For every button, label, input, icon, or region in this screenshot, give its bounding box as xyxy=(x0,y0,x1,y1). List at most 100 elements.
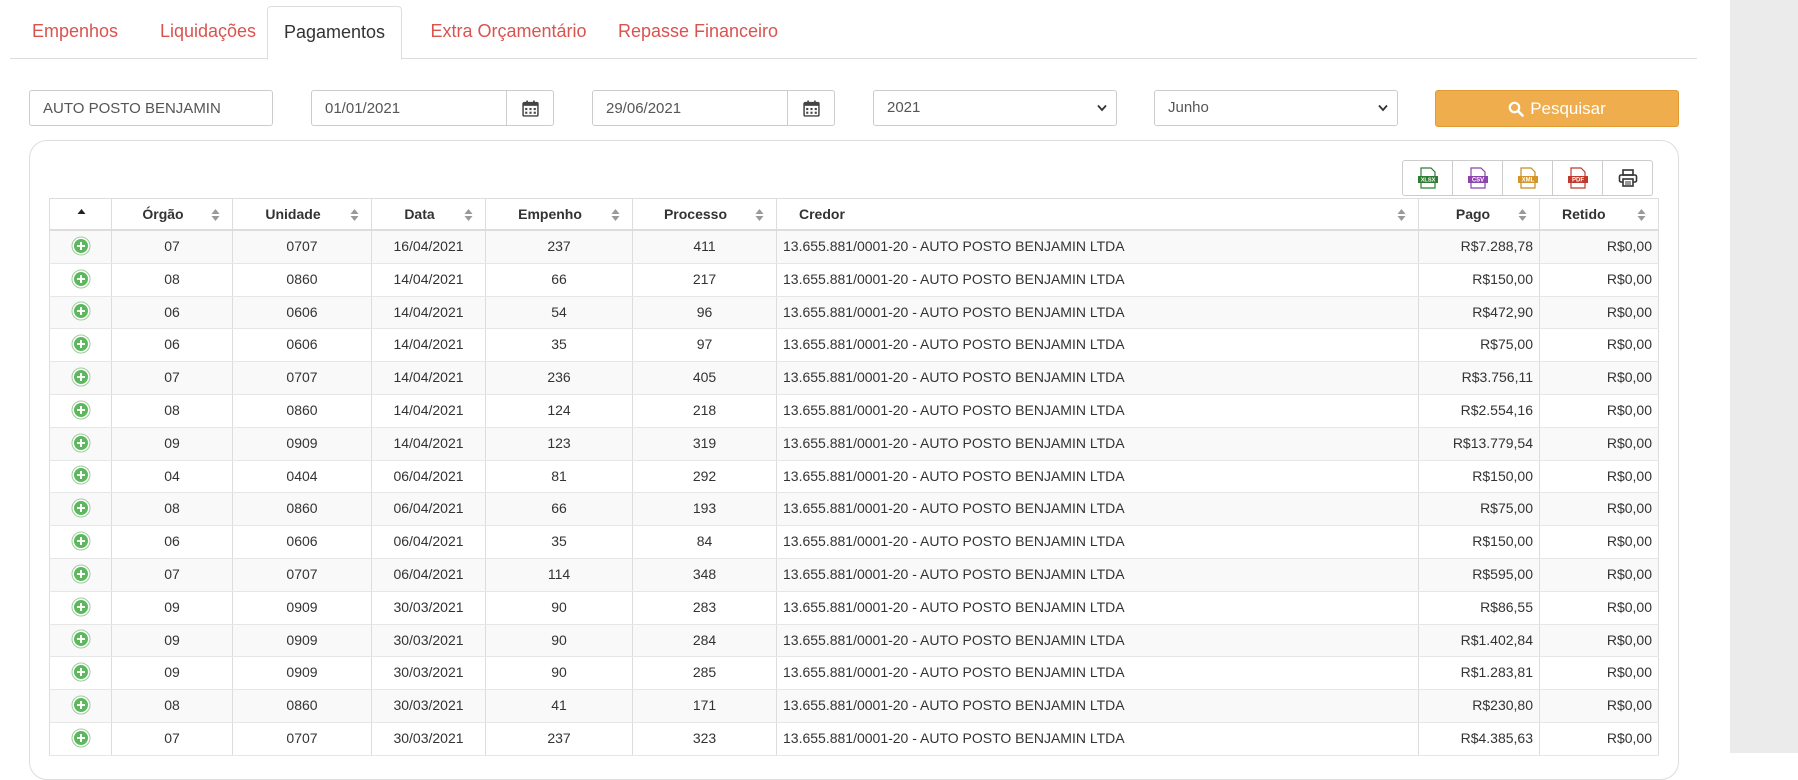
cell-orgao: 06 xyxy=(111,526,232,558)
cell-empenho: 54 xyxy=(485,296,632,329)
cell-orgao: 06 xyxy=(111,329,232,362)
export-xlsx-button[interactable]: XLSX xyxy=(1402,160,1453,196)
table-row: 08 0860 06/04/2021 66 193 13.655.881/0001-20 … xyxy=(49,493,1659,527)
cell-processo: 405 xyxy=(632,362,776,394)
data-fim-input[interactable] xyxy=(592,90,788,126)
column-header-empenho[interactable]: Empenho xyxy=(485,199,632,229)
cell-orgao: 09 xyxy=(111,591,232,624)
expand-plus-icon[interactable] xyxy=(71,367,91,387)
expand-plus-icon[interactable] xyxy=(71,597,91,617)
ano-select[interactable]: 2021 xyxy=(873,90,1117,126)
tab-pagamentos[interactable]: Pagamentos xyxy=(267,6,402,60)
cell-expand xyxy=(49,231,111,263)
cell-credor: 13.655.881/0001-20 - AUTO POSTO BENJAMIN… xyxy=(776,263,1418,296)
table-row: 08 0860 14/04/2021 66 217 13.655.881/0001-20 … xyxy=(49,263,1659,297)
cell-orgao: 09 xyxy=(111,624,232,657)
cell-retido: R$0,00 xyxy=(1539,591,1659,624)
cell-unidade: 0707 xyxy=(232,558,371,591)
cell-retido: R$0,00 xyxy=(1539,460,1659,493)
expand-plus-icon[interactable] xyxy=(71,695,91,715)
tab-repasse-financeiro[interactable]: Repasse Financeiro xyxy=(614,6,782,57)
cell-credor: 13.655.881/0001-20 - AUTO POSTO BENJAMIN… xyxy=(776,394,1418,427)
pesquisar-button[interactable]: Pesquisar xyxy=(1435,90,1679,127)
calendar-button-fim[interactable] xyxy=(787,90,835,126)
column-header-pago[interactable]: Pago xyxy=(1418,199,1539,229)
cell-data: 16/04/2021 xyxy=(371,231,485,263)
cell-pago: R$230,80 xyxy=(1418,690,1539,722)
column-header-unidade[interactable]: Unidade xyxy=(232,199,371,229)
cell-credor: 13.655.881/0001-20 - AUTO POSTO BENJAMIN… xyxy=(776,460,1418,493)
expand-plus-icon[interactable] xyxy=(71,564,91,584)
cell-data: 06/04/2021 xyxy=(371,526,485,558)
pagamentos-table: Órgão Unidade Data Empenho Processo Cred… xyxy=(49,198,1659,756)
mes-select-value: Junho xyxy=(1168,99,1209,116)
table-row: 07 0707 16/04/2021 237 411 13.655.881/0001-20… xyxy=(49,231,1659,264)
cell-empenho: 81 xyxy=(485,460,632,493)
column-header-expand[interactable] xyxy=(49,199,111,229)
csv-icon-label: CSV xyxy=(1471,178,1483,184)
cell-pago: R$595,00 xyxy=(1418,558,1539,591)
cell-unidade: 0606 xyxy=(232,526,371,558)
cell-empenho: 90 xyxy=(485,624,632,657)
cell-expand xyxy=(49,362,111,394)
expand-plus-icon[interactable] xyxy=(71,465,91,485)
csv-icon: CSV xyxy=(1467,167,1488,189)
expand-plus-icon[interactable] xyxy=(71,400,91,420)
cell-processo: 84 xyxy=(632,526,776,558)
export-csv-button[interactable]: CSV xyxy=(1452,160,1503,196)
export-pdf-button[interactable]: PDF xyxy=(1552,160,1603,196)
expand-plus-icon[interactable] xyxy=(71,498,91,518)
cell-processo: 96 xyxy=(632,296,776,329)
cell-credor: 13.655.881/0001-20 - AUTO POSTO BENJAMIN… xyxy=(776,624,1418,657)
cell-pago: R$150,00 xyxy=(1418,460,1539,493)
cell-credor: 13.655.881/0001-20 - AUTO POSTO BENJAMIN… xyxy=(776,657,1418,690)
chevron-down-icon xyxy=(1378,104,1388,112)
expand-plus-icon[interactable] xyxy=(71,662,91,682)
cell-credor: 13.655.881/0001-20 - AUTO POSTO BENJAMIN… xyxy=(776,329,1418,362)
cell-expand xyxy=(49,329,111,362)
cell-data: 30/03/2021 xyxy=(371,624,485,657)
cell-credor: 13.655.881/0001-20 - AUTO POSTO BENJAMIN… xyxy=(776,591,1418,624)
expand-plus-icon[interactable] xyxy=(71,629,91,649)
column-header-retido[interactable]: Retido xyxy=(1539,199,1659,229)
cell-empenho: 90 xyxy=(485,657,632,690)
cell-processo: 411 xyxy=(632,231,776,263)
cell-orgao: 08 xyxy=(111,263,232,296)
column-header-credor[interactable]: Credor xyxy=(776,199,1418,229)
cell-unidade: 0860 xyxy=(232,394,371,427)
xml-icon-label: XML xyxy=(1521,178,1534,184)
print-button[interactable] xyxy=(1602,160,1653,196)
column-header-processo[interactable]: Processo xyxy=(632,199,776,229)
cell-credor: 13.655.881/0001-20 - AUTO POSTO BENJAMIN… xyxy=(776,362,1418,394)
expand-plus-icon[interactable] xyxy=(71,236,91,256)
cell-credor: 13.655.881/0001-20 - AUTO POSTO BENJAMIN… xyxy=(776,690,1418,722)
cell-data: 14/04/2021 xyxy=(371,362,485,394)
cell-retido: R$0,00 xyxy=(1539,296,1659,329)
sort-icon xyxy=(755,209,764,221)
export-xml-button[interactable]: XML xyxy=(1502,160,1553,196)
tab-empenhos[interactable]: Empenhos xyxy=(20,6,130,57)
column-header-data[interactable]: Data xyxy=(371,199,485,229)
tab-liquidacoes[interactable]: Liquidações xyxy=(142,6,274,57)
cell-processo: 218 xyxy=(632,394,776,427)
cell-processo: 292 xyxy=(632,460,776,493)
credor-input[interactable] xyxy=(29,90,273,126)
data-inicio-input[interactable] xyxy=(311,90,507,126)
column-header-label: Processo xyxy=(663,206,728,222)
expand-plus-icon[interactable] xyxy=(71,334,91,354)
expand-plus-icon[interactable] xyxy=(71,728,91,748)
expand-plus-icon[interactable] xyxy=(71,531,91,551)
ano-select-value: 2021 xyxy=(887,99,921,116)
cell-retido: R$0,00 xyxy=(1539,526,1659,558)
expand-plus-icon[interactable] xyxy=(71,269,91,289)
xml-icon: XML xyxy=(1517,167,1538,189)
mes-select[interactable]: Junho xyxy=(1154,90,1398,126)
expand-plus-icon[interactable] xyxy=(71,433,91,453)
cell-credor: 13.655.881/0001-20 - AUTO POSTO BENJAMIN… xyxy=(776,526,1418,558)
calendar-button-inicio[interactable] xyxy=(506,90,554,126)
tab-extra-orcamentario[interactable]: Extra Orçamentário xyxy=(411,6,606,57)
cell-unidade: 0707 xyxy=(232,362,371,394)
cell-pago: R$1.402,84 xyxy=(1418,624,1539,657)
column-header-orgao[interactable]: Órgão xyxy=(111,199,232,229)
expand-plus-icon[interactable] xyxy=(71,301,91,321)
